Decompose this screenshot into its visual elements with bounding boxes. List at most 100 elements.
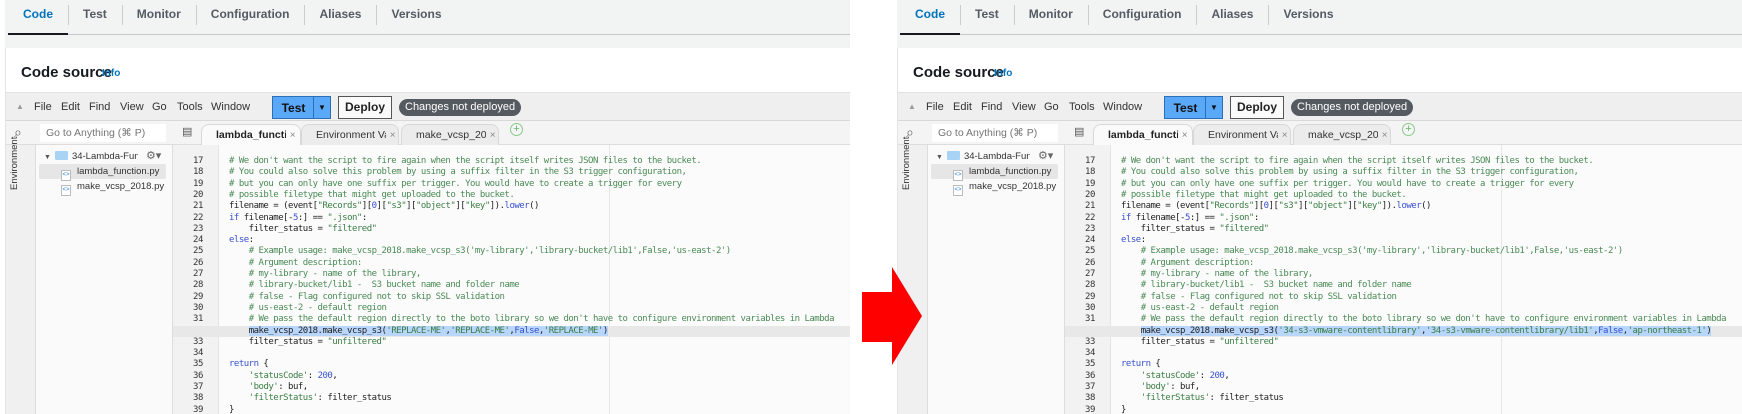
info-link[interactable]: Info [102, 68, 120, 79]
tab-code[interactable]: Code [900, 0, 960, 35]
menu-find[interactable]: Find [981, 101, 1002, 113]
folder-row[interactable]: ▼ 34-Lambda-Functio ⚙▾ [936, 149, 1053, 164]
code-line[interactable]: # You could also solve this problem by u… [1121, 167, 1579, 178]
code-line[interactable]: 'body': buf, [1121, 382, 1201, 393]
code-line[interactable]: # We don't want the script to fire again… [229, 156, 702, 167]
menu-file[interactable]: File [926, 101, 944, 113]
environment-label[interactable]: Environment [901, 137, 912, 190]
code-line[interactable]: else: [229, 235, 254, 246]
code-line[interactable]: # Argument description: [229, 258, 363, 269]
test-button[interactable]: Test ▼ [1164, 96, 1223, 119]
editor-tab[interactable]: make_vcsp_201! × [1293, 124, 1391, 145]
file-row[interactable]: <> lambda_function.py [931, 164, 1058, 181]
code-line[interactable]: else: [1121, 235, 1146, 246]
tab-list-icon[interactable]: ▤ [1074, 125, 1084, 138]
menu-window[interactable]: Window [1103, 101, 1142, 113]
editor-tab-label[interactable]: lambda_function [1108, 125, 1178, 145]
code-line[interactable]: filter_status = "filtered" [1121, 224, 1269, 235]
code-line[interactable]: filter_status = "filtered" [229, 224, 377, 235]
code-line[interactable]: make_vcsp_2018.make_vcsp_s3('34-s3-vmwar… [1121, 325, 1712, 337]
gear-icon[interactable]: ⚙▾ [1038, 150, 1053, 162]
code-line[interactable]: # false - Flag configured not to skip SS… [1121, 292, 1397, 303]
gear-icon[interactable]: ⚙▾ [146, 150, 161, 162]
close-tab-icon[interactable]: × [1379, 130, 1388, 141]
editor-tab[interactable]: lambda_function × [201, 124, 301, 145]
file-row[interactable]: <> make_vcsp_2018.py [931, 179, 1058, 196]
expand-triangle-icon[interactable]: ▼ [936, 154, 943, 161]
menu-file[interactable]: File [34, 101, 52, 113]
menu-view[interactable]: View [1012, 101, 1036, 113]
code-line[interactable]: # my-library - name of the library, [229, 269, 422, 280]
tab-monitor[interactable]: Monitor [121, 0, 196, 34]
close-tab-icon[interactable]: × [1279, 130, 1288, 141]
code-line[interactable]: # Example usage: make_vcsp_2018.make_vcs… [229, 246, 732, 257]
editor-tab[interactable]: lambda_function × [1093, 124, 1193, 145]
code-line[interactable]: 'statusCode': 200, [229, 371, 338, 382]
code-line[interactable]: filter_status = "unfiltered" [1121, 337, 1279, 348]
code-line[interactable]: # my-library - name of the library, [1121, 269, 1314, 280]
editor-tab-label[interactable]: make_vcsp_201! [416, 125, 486, 145]
editor-tab[interactable]: Environment Var × [301, 124, 399, 145]
code-line[interactable]: 'statusCode': 200, [1121, 371, 1230, 382]
code-line[interactable]: # Argument description: [1121, 258, 1255, 269]
search-input[interactable] [932, 124, 1058, 142]
code-line[interactable]: return { [229, 359, 269, 370]
plus-circle-icon[interactable]: + [1402, 123, 1415, 136]
code-editor[interactable]: # We don't want the script to fire again… [173, 145, 850, 414]
menu-window[interactable]: Window [211, 101, 250, 113]
code-line[interactable]: filename = (event["Records"][0]["s3"]["o… [229, 201, 539, 212]
code-line[interactable]: # us-east-2 - default region [229, 303, 387, 314]
environment-panel-toggle[interactable]: Environment [6, 137, 36, 414]
tab-aliases[interactable]: Aliases [1196, 0, 1268, 34]
code-line[interactable]: # false - Flag configured not to skip SS… [229, 292, 505, 303]
test-button-label[interactable]: Test [273, 101, 314, 115]
code-line[interactable]: 'body': buf, [229, 382, 309, 393]
editor-tab-label[interactable]: Environment Var [316, 125, 386, 145]
expand-triangle-icon[interactable]: ▼ [44, 154, 51, 161]
menu-view[interactable]: View [120, 101, 144, 113]
menu-find[interactable]: Find [89, 101, 110, 113]
code-line[interactable]: # We don't want the script to fire again… [1121, 156, 1594, 167]
editor-tab-label[interactable]: lambda_function [216, 125, 286, 145]
deploy-button[interactable]: Deploy [1230, 96, 1284, 119]
tab-test[interactable]: Test [68, 0, 122, 34]
code-line[interactable]: } [229, 405, 234, 414]
test-button-label[interactable]: Test [1165, 101, 1206, 115]
tab-versions[interactable]: Versions [1268, 0, 1348, 34]
close-tab-icon[interactable]: × [487, 130, 496, 141]
code-line[interactable]: if filename[-5:] == ".json": [1121, 213, 1259, 224]
close-tab-icon[interactable]: × [387, 130, 396, 141]
tab-test[interactable]: Test [960, 0, 1014, 34]
code-line[interactable]: # library-bucket/lib1 - S3 bucket name a… [229, 280, 520, 291]
editor-tab[interactable]: Environment Var × [1193, 124, 1291, 145]
editor-tab-label[interactable]: make_vcsp_201! [1308, 125, 1378, 145]
tab-monitor[interactable]: Monitor [1013, 0, 1088, 34]
code-line[interactable]: # possible filetype that might get uploa… [229, 190, 515, 201]
close-tab-icon[interactable]: × [287, 130, 296, 141]
code-line[interactable]: return { [1121, 359, 1161, 370]
code-line[interactable]: # Example usage: make_vcsp_2018.make_vcs… [1121, 246, 1624, 257]
menu-edit[interactable]: Edit [61, 101, 80, 113]
environment-label[interactable]: Environment [9, 137, 20, 190]
tab-code[interactable]: Code [8, 0, 68, 35]
code-line[interactable]: filter_status = "unfiltered" [229, 337, 387, 348]
menu-go[interactable]: Go [152, 101, 167, 113]
code-line[interactable]: 'filterStatus': filter_status [1121, 393, 1284, 404]
folder-row[interactable]: ▼ 34-Lambda-Functio ⚙▾ [44, 149, 161, 164]
menu-tools[interactable]: Tools [177, 101, 203, 113]
search-input[interactable] [40, 124, 166, 142]
editor-tab-label[interactable]: Environment Var [1208, 125, 1278, 145]
code-line[interactable]: } [1121, 405, 1126, 414]
close-tab-icon[interactable]: × [1179, 130, 1188, 141]
info-link[interactable]: Info [994, 68, 1012, 79]
code-editor[interactable]: # We don't want the script to fire again… [1065, 145, 1742, 414]
editor-tab[interactable]: make_vcsp_201! × [401, 124, 499, 145]
code-line[interactable]: make_vcsp_2018.make_vcsp_s3('REPLACE-ME'… [229, 325, 608, 337]
code-line[interactable]: # but you can only have one suffix per t… [229, 179, 682, 190]
menu-tools[interactable]: Tools [1069, 101, 1095, 113]
collapse-triangle-icon[interactable]: ▲ [16, 102, 24, 111]
test-button[interactable]: Test ▼ [272, 96, 331, 119]
collapse-triangle-icon[interactable]: ▲ [908, 102, 916, 111]
menu-edit[interactable]: Edit [953, 101, 972, 113]
test-dropdown-chevron-icon[interactable]: ▼ [1205, 97, 1222, 118]
